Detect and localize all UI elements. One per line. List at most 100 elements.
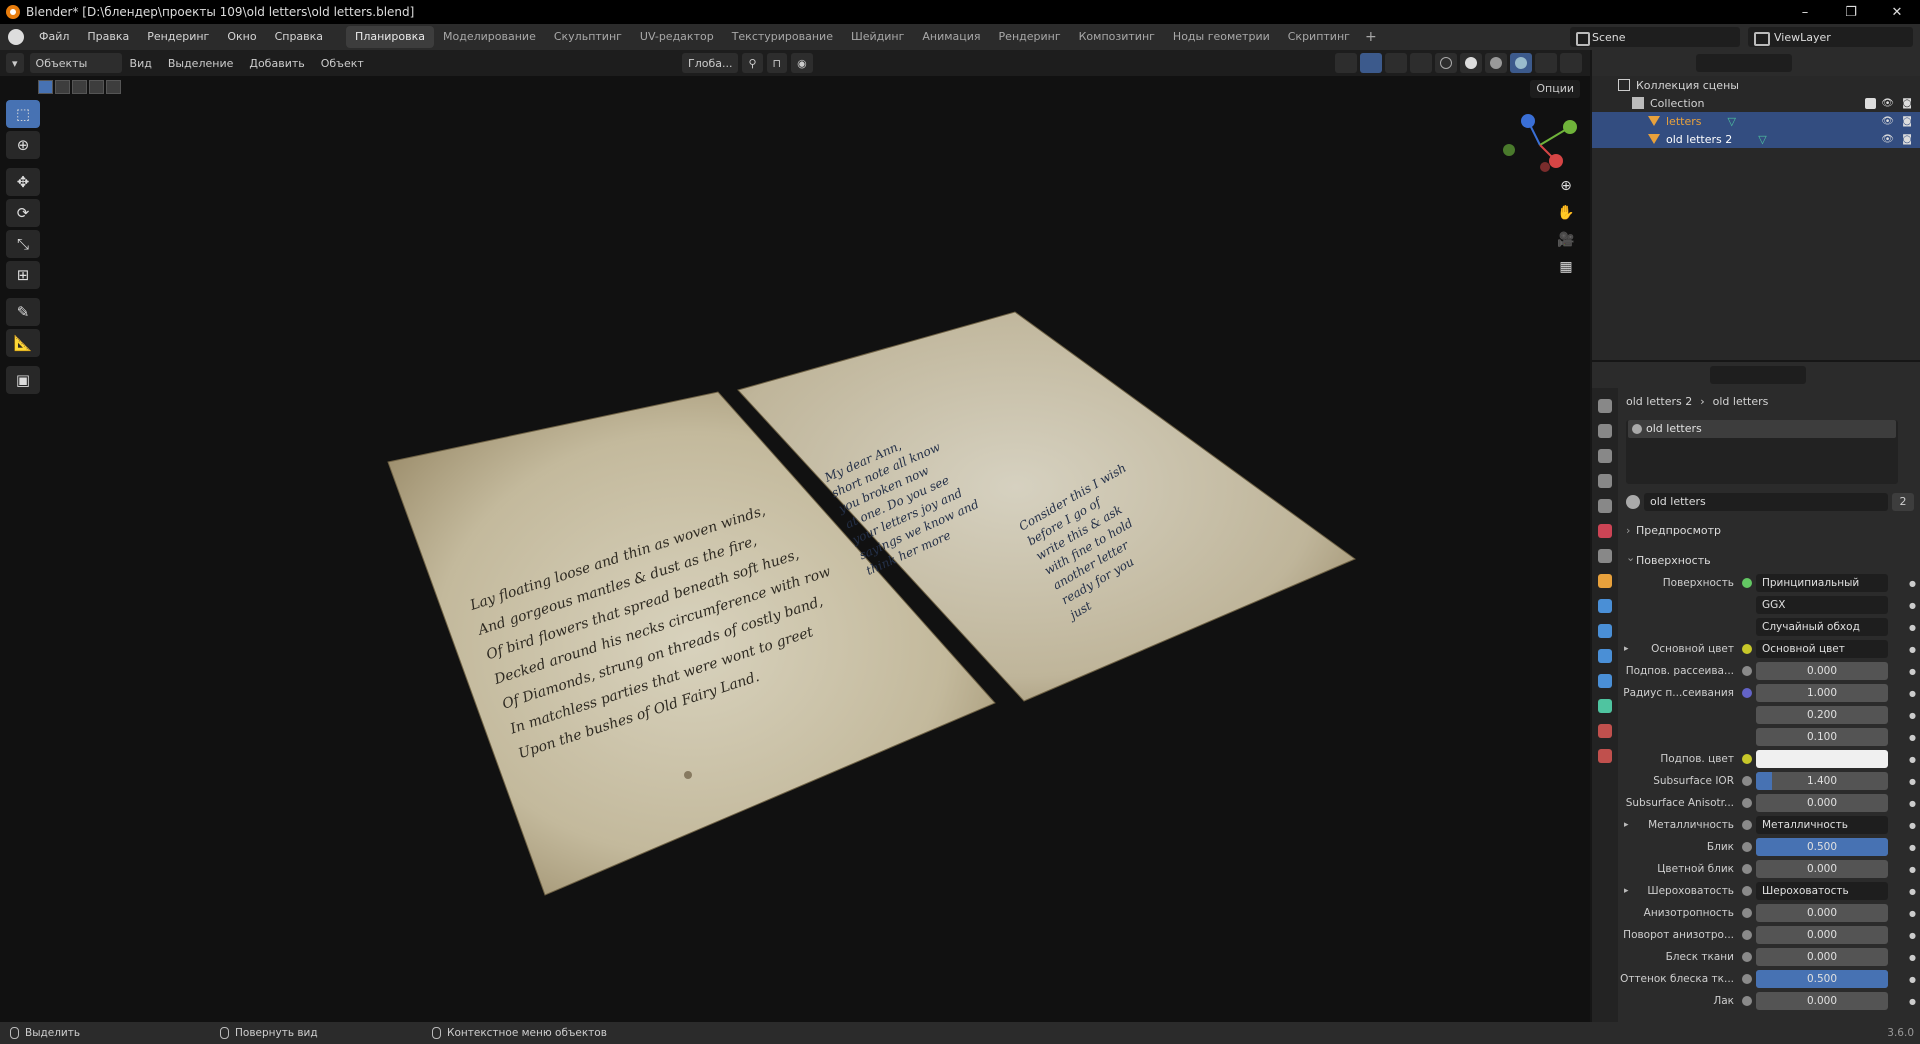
socket-dot-icon[interactable] (1742, 688, 1752, 698)
number-field[interactable]: 0.000 (1756, 794, 1888, 812)
texture-tab-icon[interactable] (1598, 749, 1612, 763)
keyframe-dot-icon[interactable]: ● (1909, 887, 1916, 896)
menu-file[interactable]: Файл (30, 24, 78, 50)
outliner-item-letters[interactable]: letters ▽ 👁 ◙ (1592, 112, 1920, 130)
rendered-shading-icon[interactable] (1510, 53, 1532, 73)
tab-layout[interactable]: Планировка (346, 26, 435, 48)
solid-shading-icon[interactable] (1460, 53, 1482, 73)
keyframe-dot-icon[interactable]: ● (1909, 953, 1916, 962)
menu-help[interactable]: Справка (266, 24, 332, 50)
dropdown-select[interactable]: GGX (1756, 596, 1888, 614)
constraints-tab-icon[interactable] (1598, 674, 1612, 688)
close-button[interactable]: ✕ (1874, 0, 1920, 24)
shading-options-icon[interactable] (1535, 53, 1557, 73)
keyframe-dot-icon[interactable]: ● (1909, 799, 1916, 808)
select-invert-icon[interactable] (89, 80, 104, 94)
number-field[interactable]: 0.500 (1756, 970, 1888, 988)
eye-icon[interactable]: 👁 (1881, 116, 1894, 127)
pan-hand-icon[interactable]: ✋ (1555, 202, 1577, 224)
socket-dot-icon[interactable] (1742, 776, 1752, 786)
world-tab-icon[interactable] (1598, 524, 1612, 538)
number-field[interactable]: 0.000 (1756, 926, 1888, 944)
material-tab-icon[interactable] (1598, 724, 1612, 738)
camera-view-icon[interactable]: 🎥 (1555, 229, 1577, 251)
visibility-icon[interactable] (1335, 53, 1357, 73)
minimize-button[interactable]: – (1782, 0, 1828, 24)
proportional-edit-icon[interactable]: ◉ (791, 53, 813, 73)
keyframe-dot-icon[interactable]: ● (1909, 711, 1916, 720)
camera-icon[interactable]: ◙ (1902, 134, 1912, 145)
viewport-scene[interactable]: Lay floating loose and thin as woven win… (0, 50, 1590, 1022)
socket-dot-icon[interactable] (1742, 930, 1752, 940)
tab-compositing[interactable]: Композитинг (1070, 26, 1164, 48)
socket-dot-icon[interactable] (1742, 886, 1752, 896)
node-link-field[interactable]: Основной цвет (1756, 640, 1888, 658)
data-tab-icon[interactable] (1598, 699, 1612, 713)
menu-edit[interactable]: Правка (78, 24, 138, 50)
gizmo-toggle-icon[interactable] (1360, 53, 1382, 73)
editor-type-button[interactable]: ▾ (6, 53, 24, 73)
menu-add[interactable]: Добавить (241, 57, 312, 70)
keyframe-dot-icon[interactable]: ● (1909, 601, 1916, 610)
keyframe-dot-icon[interactable]: ● (1909, 865, 1916, 874)
eye-icon[interactable]: 👁 (1881, 134, 1894, 145)
material-slot-list[interactable]: old letters (1626, 420, 1898, 484)
keyframe-dot-icon[interactable]: ● (1909, 997, 1916, 1006)
material-users-count[interactable]: 2 (1892, 493, 1914, 511)
socket-dot-icon[interactable] (1742, 754, 1752, 764)
number-field[interactable]: 0.000 (1756, 860, 1888, 878)
socket-dot-icon[interactable] (1742, 666, 1752, 676)
modifier-tab-icon[interactable] (1598, 599, 1612, 613)
maximize-button[interactable]: ❐ (1828, 0, 1874, 24)
keyframe-dot-icon[interactable]: ● (1909, 931, 1916, 940)
socket-dot-icon[interactable] (1742, 996, 1752, 1006)
expand-arrow-icon[interactable]: ▸ (1624, 820, 1629, 830)
tab-sculpting[interactable]: Скульптинг (545, 26, 631, 48)
view-layer-tab-icon[interactable] (1598, 474, 1612, 488)
socket-dot-icon[interactable] (1742, 578, 1752, 588)
physics-tab-icon[interactable] (1598, 649, 1612, 663)
snap-icon[interactable]: ⊓ (766, 53, 788, 73)
cursor-icon[interactable]: ⊕ (6, 131, 40, 159)
dropdown-select[interactable]: Случайный обход (1756, 618, 1888, 636)
socket-dot-icon[interactable] (1742, 952, 1752, 962)
keyframe-dot-icon[interactable]: ● (1909, 975, 1916, 984)
camera-icon[interactable]: ◙ (1902, 116, 1912, 127)
select-box-icon[interactable]: ⬚ (6, 100, 40, 128)
socket-dot-icon[interactable] (1742, 644, 1752, 654)
color-swatch[interactable] (1756, 750, 1888, 768)
mesh-data-icon[interactable]: ▽ (1758, 133, 1766, 146)
number-field[interactable]: 0.000 (1756, 992, 1888, 1010)
select-subtract-icon[interactable] (72, 80, 87, 94)
tab-texture-paint[interactable]: Текстурирование (723, 26, 842, 48)
tab-animation[interactable]: Анимация (913, 26, 989, 48)
mode-selector[interactable]: Объекты (29, 53, 122, 73)
tab-shading[interactable]: Шейдинг (842, 26, 913, 48)
transform-icon[interactable]: ⊞ (6, 261, 40, 289)
keyframe-dot-icon[interactable]: ● (1909, 579, 1916, 588)
surface-panel-header[interactable]: Поверхность (1622, 547, 1918, 572)
rotate-icon[interactable]: ⟳ (6, 199, 40, 227)
add-workspace-button[interactable]: + (1359, 29, 1383, 45)
viewlayer-selector[interactable]: ViewLayer (1748, 27, 1913, 47)
outliner-search-input[interactable] (1696, 54, 1792, 72)
wireframe-shading-icon[interactable] (1435, 53, 1457, 73)
menu-object[interactable]: Объект (313, 57, 372, 70)
keyframe-dot-icon[interactable]: ● (1909, 755, 1916, 764)
number-field[interactable]: 0.500 (1756, 838, 1888, 856)
material-sphere-icon[interactable] (1626, 495, 1640, 509)
xray-toggle-icon[interactable] (1410, 53, 1432, 73)
pivot-icon[interactable]: ⚲ (742, 53, 763, 73)
options-button[interactable]: Опции (1530, 80, 1580, 98)
number-field[interactable]: 0.000 (1756, 904, 1888, 922)
number-field[interactable]: 1.000 (1756, 684, 1888, 702)
keyframe-dot-icon[interactable]: ● (1909, 733, 1916, 742)
tab-geometry-nodes[interactable]: Ноды геометрии (1164, 26, 1279, 48)
output-tab-icon[interactable] (1598, 449, 1612, 463)
mesh-data-icon[interactable]: ▽ (1727, 115, 1735, 128)
zoom-icon[interactable]: ⊕ (1555, 175, 1577, 197)
keyframe-dot-icon[interactable]: ● (1909, 623, 1916, 632)
socket-dot-icon[interactable] (1742, 798, 1752, 808)
camera-icon[interactable]: ◙ (1902, 98, 1912, 109)
scene-selector[interactable]: Scene (1570, 27, 1740, 47)
